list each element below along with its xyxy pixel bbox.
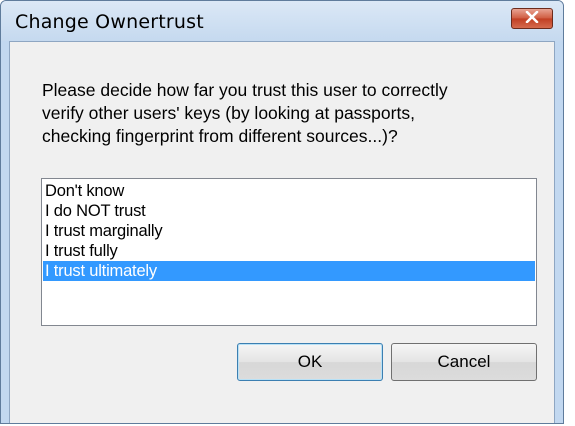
title-bar[interactable]: Change Ownertrust: [1, 1, 563, 41]
dialog-title: Change Ownertrust: [15, 11, 204, 33]
trust-question: Please decide how far you trust this use…: [42, 79, 542, 148]
change-ownertrust-dialog: Change Ownertrust Please decide how far …: [0, 0, 564, 424]
prompt-line: Please decide how far you trust this use…: [42, 80, 448, 100]
ok-button[interactable]: OK: [237, 343, 383, 381]
cancel-button[interactable]: Cancel: [391, 343, 537, 381]
close-button[interactable]: [511, 8, 553, 29]
list-item-dont-know[interactable]: Don't know: [43, 181, 535, 201]
dialog-body: Please decide how far you trust this use…: [9, 41, 555, 423]
list-item-trust-marginally[interactable]: I trust marginally: [43, 221, 535, 241]
prompt-line: verify other users' keys (by looking at …: [42, 103, 415, 123]
list-item-do-not-trust[interactable]: I do NOT trust: [43, 201, 535, 221]
prompt-line: checking fingerprint from different sour…: [42, 126, 398, 146]
trust-level-listbox[interactable]: Don't know I do NOT trust I trust margin…: [41, 178, 537, 326]
close-icon: [525, 10, 539, 28]
list-item-trust-fully[interactable]: I trust fully: [43, 241, 535, 261]
list-item-trust-ultimately[interactable]: I trust ultimately: [43, 261, 535, 281]
